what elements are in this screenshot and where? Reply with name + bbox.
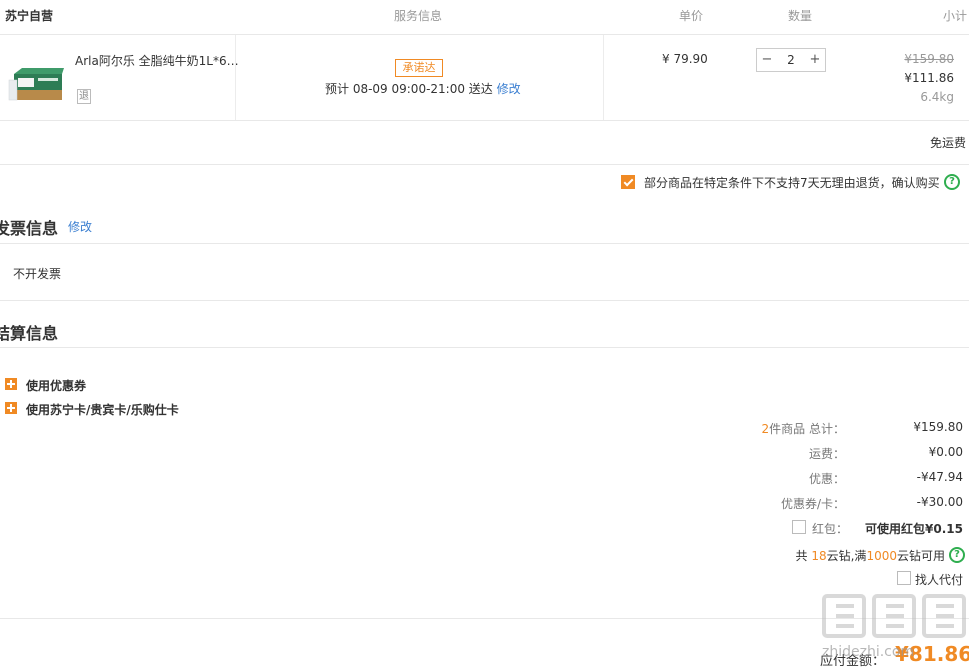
diamond-count: 18 bbox=[811, 549, 827, 563]
product-image[interactable] bbox=[8, 66, 64, 102]
proxy-pay-label[interactable]: 找人代付 bbox=[915, 571, 963, 588]
diamond-suffix: 云钻可用 bbox=[896, 549, 945, 563]
diamond-mid: 云钻,满 bbox=[826, 549, 867, 563]
delivery-estimate: 预计 08-09 09:00-21:00 送达 修改 bbox=[325, 80, 521, 97]
help-icon[interactable]: ? bbox=[944, 174, 960, 190]
product-name[interactable]: Arla阿尔乐 全脂纯牛奶1L*6… bbox=[75, 52, 239, 69]
return-badge: 退 bbox=[77, 89, 91, 104]
item-subtotal: ¥111.86 bbox=[904, 71, 954, 85]
watermark-logo-icon bbox=[822, 594, 966, 638]
quantity-stepper[interactable]: − 2 + bbox=[756, 48, 826, 72]
increase-button[interactable]: + bbox=[805, 49, 825, 71]
expand-cards-icon[interactable] bbox=[5, 402, 17, 414]
delivery-modify-link[interactable]: 修改 bbox=[497, 82, 521, 96]
promise-badge: 承诺达 bbox=[395, 59, 443, 77]
delivery-text: 预计 08-09 09:00-21:00 送达 bbox=[325, 82, 493, 96]
settlement-title: 结算信息 bbox=[0, 324, 59, 343]
item-count-label: 2件商品 总计： bbox=[762, 420, 845, 437]
freight-amount: ¥0.00 bbox=[928, 445, 963, 459]
watermark-logo bbox=[820, 590, 968, 640]
total-amount: ¥159.80 bbox=[913, 420, 963, 434]
discount-amount: -¥47.94 bbox=[916, 470, 963, 484]
invoice-value: 不开发票 bbox=[13, 267, 62, 281]
decrease-button[interactable]: − bbox=[757, 49, 777, 71]
diamond-threshold: 1000 bbox=[866, 549, 897, 563]
quantity-value[interactable]: 2 bbox=[777, 49, 805, 71]
original-subtotal: ¥159.80 bbox=[904, 52, 954, 66]
confirm-return-text: 部分商品在特定条件下不支持7天无理由退货，确认购买 bbox=[644, 176, 940, 190]
coupon-card-amount: -¥30.00 bbox=[916, 495, 963, 509]
diamond-help-icon[interactable]: ? bbox=[949, 547, 965, 563]
watermark-site: zhidezhi.com bbox=[822, 644, 915, 660]
use-cards-link[interactable]: 使用苏宁卡/贵宾卡/乐购仕卡 bbox=[26, 401, 179, 418]
redpack-checkbox[interactable] bbox=[792, 520, 806, 534]
redpack-label: 红包： bbox=[812, 522, 849, 536]
unit-price: ¥ 79.90 bbox=[662, 52, 708, 66]
expand-coupon-icon[interactable] bbox=[5, 378, 17, 390]
service-header: 服务信息 bbox=[394, 9, 443, 23]
item-weight: 6.4kg bbox=[920, 90, 954, 104]
redpack-available: 可使用红包¥0.15 bbox=[865, 522, 963, 536]
diamond-info: 共 18云钻,满1000云钻可用 bbox=[795, 547, 945, 564]
confirm-return-checkbox[interactable] bbox=[621, 175, 635, 189]
unit-price-header: 单价 bbox=[679, 9, 704, 23]
quantity-header: 数量 bbox=[788, 9, 813, 23]
coupon-card-label: 优惠券/卡： bbox=[780, 497, 845, 511]
freight-label: 运费： bbox=[808, 447, 845, 461]
invoice-modify-link[interactable]: 修改 bbox=[68, 218, 92, 235]
item-count-text: 件商品 总计： bbox=[769, 422, 845, 436]
store-header: 苏宁自营 bbox=[5, 9, 54, 23]
free-shipping: 免运费 bbox=[929, 136, 966, 150]
milk-box-icon bbox=[8, 68, 64, 101]
proxy-pay-checkbox[interactable] bbox=[897, 571, 911, 585]
subtotal-header: 小计 bbox=[943, 9, 968, 23]
discount-label: 优惠： bbox=[808, 472, 845, 486]
use-coupon-link[interactable]: 使用优惠券 bbox=[26, 377, 86, 394]
invoice-title: 发票信息 bbox=[0, 219, 59, 238]
diamond-prefix: 共 bbox=[795, 549, 808, 563]
